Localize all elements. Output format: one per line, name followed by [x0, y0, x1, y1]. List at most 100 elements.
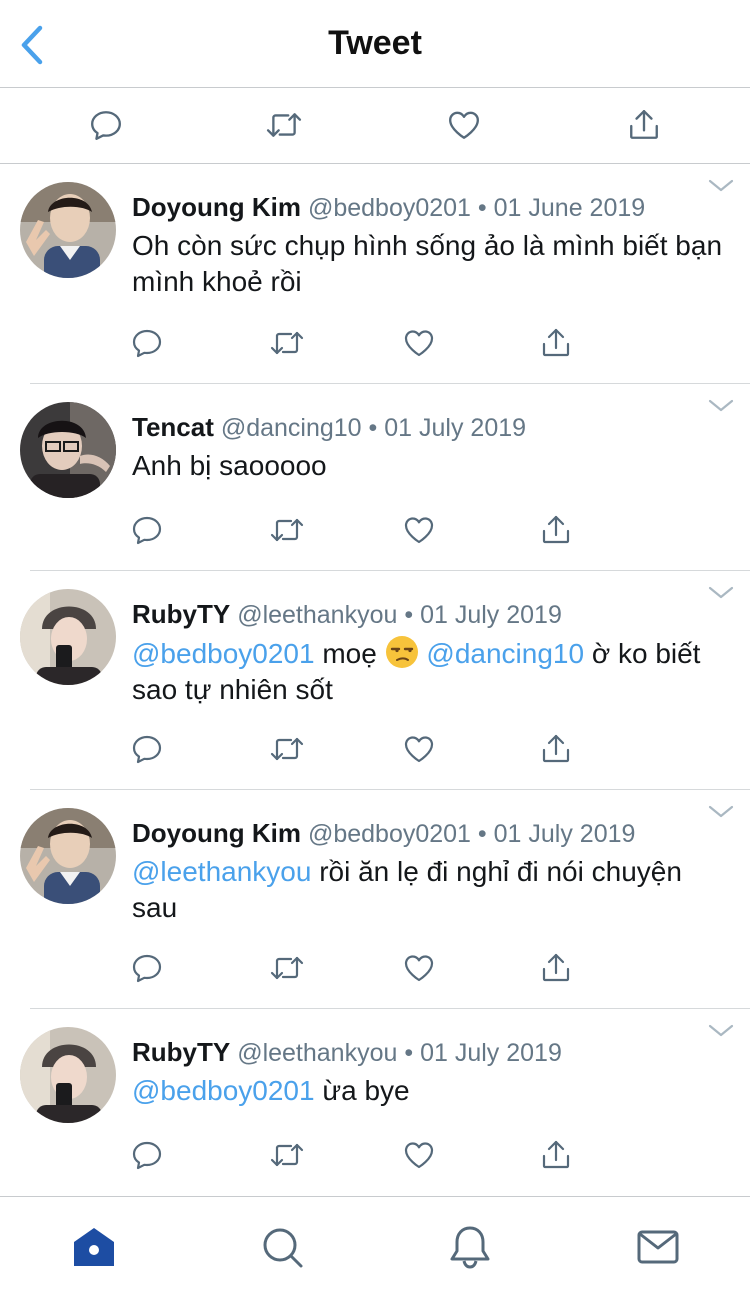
tab-search[interactable] [258, 1223, 306, 1271]
retweet-button[interactable] [267, 729, 307, 769]
avatar[interactable] [20, 182, 116, 278]
avatar[interactable] [20, 589, 116, 685]
notifications-icon [450, 1226, 490, 1269]
retweet-button[interactable] [262, 103, 306, 147]
author-handle[interactable]: @leethankyou [237, 1039, 397, 1067]
retweet-icon [268, 952, 306, 984]
author-name[interactable]: Doyoung Kim [132, 818, 301, 848]
reply-tweet[interactable]: Tencat @dancing10 • 01 July 2019 Anh bị … [0, 384, 750, 571]
page-title: Tweet [328, 24, 422, 62]
like-button[interactable] [399, 1135, 439, 1175]
reply-tweet[interactable]: Doyoung Kim @bedboy0201 • 01 June 2019 O… [0, 164, 750, 384]
meta-separator: • [477, 820, 487, 848]
share-button[interactable] [536, 323, 576, 363]
retweet-button[interactable] [267, 948, 307, 988]
reply-button[interactable] [84, 103, 128, 147]
retweet-icon [268, 327, 306, 359]
share-button[interactable] [622, 103, 666, 147]
share-button[interactable] [536, 729, 576, 769]
tweet-meta: Tencat @dancing10 • 01 July 2019 [132, 412, 526, 443]
avatar[interactable] [20, 402, 116, 498]
retweet-button[interactable] [267, 1135, 307, 1175]
tweet-text-body: moẹ [314, 638, 385, 669]
reply-button[interactable] [127, 948, 167, 988]
author-handle[interactable]: @bedboy0201 [308, 820, 471, 848]
chevron-down-icon[interactable] [708, 804, 734, 820]
reply-button[interactable] [127, 729, 167, 769]
mention-link[interactable]: @bedboy0201 [132, 638, 315, 669]
share-icon [540, 513, 572, 547]
tab-messages[interactable] [634, 1223, 682, 1271]
like-button[interactable] [442, 103, 486, 147]
reply-icon [131, 514, 163, 546]
author-handle[interactable]: @bedboy0201 [308, 194, 471, 222]
reply-icon [131, 733, 163, 765]
navigation-header: Tweet [0, 0, 750, 88]
reply-icon [131, 952, 163, 984]
like-icon [403, 1139, 435, 1171]
like-button[interactable] [399, 510, 439, 550]
reply-tweet[interactable]: RubyTY @leethankyou • 01 July 2019 @bedb… [0, 571, 750, 790]
share-icon [540, 1138, 572, 1172]
reply-tweet[interactable]: RubyTY @leethankyou • 01 July 2019 @bedb… [0, 1009, 750, 1196]
meta-separator: • [404, 1039, 414, 1067]
avatar[interactable] [20, 808, 116, 904]
author-handle[interactable]: @leethankyou [237, 601, 397, 629]
tweet-text: @leethankyou rồi ăn lẹ đi nghỉ đi nói ch… [132, 854, 732, 926]
meta-separator: • [477, 194, 487, 222]
author-name[interactable]: RubyTY [132, 1037, 230, 1067]
search-icon [263, 1228, 303, 1268]
reply-button[interactable] [127, 1135, 167, 1175]
meta-separator: • [368, 414, 378, 442]
tweet-text-body: Anh bị saooooo [132, 450, 327, 481]
like-button[interactable] [399, 729, 439, 769]
mention-link[interactable]: @dancing10 [426, 638, 584, 669]
tweet-meta: RubyTY @leethankyou • 01 July 2019 [132, 599, 562, 630]
tweet-text: @bedboy0201 moẹ @dancing10 ờ ko biết sao… [132, 635, 732, 708]
tweet-meta: Doyoung Kim @bedboy0201 • 01 June 2019 [132, 192, 645, 223]
like-icon [403, 327, 435, 359]
chevron-down-icon[interactable] [708, 1023, 734, 1039]
like-icon [447, 108, 481, 142]
bottom-tab-bar [0, 1196, 750, 1294]
tab-notifications[interactable] [446, 1223, 494, 1271]
tweet-text: Oh còn sức chụp hình sống ảo là mình biế… [132, 228, 732, 300]
reply-icon [131, 327, 163, 359]
tweet-date: 01 July 2019 [420, 601, 562, 629]
tweet-meta: Doyoung Kim @bedboy0201 • 01 July 2019 [132, 818, 635, 849]
author-handle[interactable]: @dancing10 [221, 414, 362, 442]
retweet-button[interactable] [267, 510, 307, 550]
retweet-button[interactable] [267, 323, 307, 363]
like-button[interactable] [399, 323, 439, 363]
reply-tweet[interactable]: Doyoung Kim @bedboy0201 • 01 July 2019 @… [0, 790, 750, 1009]
home-icon [74, 1228, 114, 1266]
reply-icon [131, 1139, 163, 1171]
share-icon [627, 107, 661, 143]
mention-link[interactable]: @bedboy0201 [132, 1075, 315, 1106]
author-name[interactable]: Tencat [132, 412, 214, 442]
author-name[interactable]: Doyoung Kim [132, 192, 301, 222]
tweet-text-body: ừa bye [314, 1075, 410, 1106]
mention-link[interactable]: @leethankyou [132, 856, 311, 887]
tweet-date: 01 July 2019 [420, 1039, 562, 1067]
share-button[interactable] [536, 1135, 576, 1175]
like-icon [403, 514, 435, 546]
avatar[interactable] [20, 1027, 116, 1123]
main-tweet-action-bar [0, 89, 750, 164]
retweet-icon [264, 108, 304, 142]
reply-button[interactable] [127, 323, 167, 363]
retweet-icon [268, 733, 306, 765]
chevron-down-icon[interactable] [708, 398, 734, 414]
chevron-down-icon[interactable] [708, 178, 734, 194]
tweet-text: Anh bị saooooo [132, 448, 732, 484]
chevron-down-icon[interactable] [708, 585, 734, 601]
tab-home[interactable] [70, 1223, 118, 1271]
meta-separator: • [404, 601, 414, 629]
share-button[interactable] [536, 948, 576, 988]
like-button[interactable] [399, 948, 439, 988]
share-button[interactable] [536, 510, 576, 550]
tweet-text-body: Oh còn sức chụp hình sống ảo là mình biế… [132, 230, 723, 297]
messages-icon [637, 1230, 679, 1264]
reply-button[interactable] [127, 510, 167, 550]
author-name[interactable]: RubyTY [132, 599, 230, 629]
